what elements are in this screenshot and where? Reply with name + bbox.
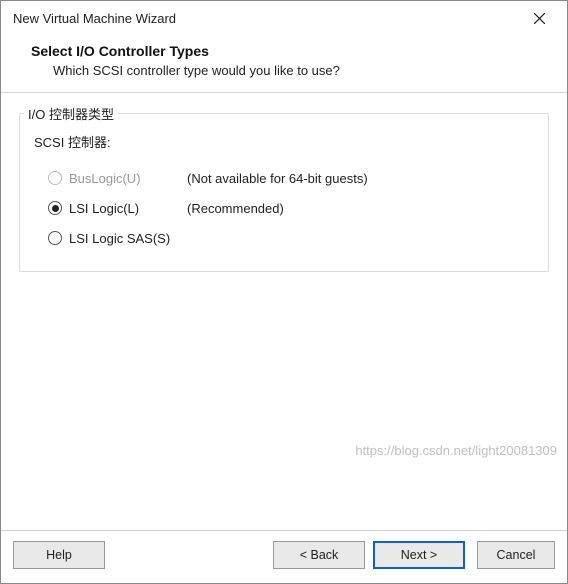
watermark-text: https://blog.csdn.net/light20081309 <box>355 443 557 458</box>
close-icon <box>534 13 545 24</box>
group-legend: I/O 控制器类型 <box>24 104 118 123</box>
radio-option-buslogic: BusLogic(U) (Not available for 64-bit gu… <box>32 163 536 193</box>
radio-icon <box>48 201 62 215</box>
radio-label: LSI Logic SAS(S) <box>69 231 187 246</box>
titlebar: New Virtual Machine Wizard <box>1 1 567 35</box>
close-button[interactable] <box>519 4 559 32</box>
cancel-button[interactable]: Cancel <box>477 541 555 569</box>
page-subheading: Which SCSI controller type would you lik… <box>31 63 543 78</box>
radio-note: (Not available for 64-bit guests) <box>187 171 368 186</box>
wizard-header: Select I/O Controller Types Which SCSI c… <box>1 35 567 92</box>
help-button[interactable]: Help <box>13 541 105 569</box>
radio-icon <box>48 171 62 185</box>
radio-icon <box>48 231 62 245</box>
next-button[interactable]: Next > <box>373 541 465 569</box>
radio-note: (Recommended) <box>187 201 284 216</box>
wizard-footer: Help < Back Next > Cancel <box>1 531 567 583</box>
back-button[interactable]: < Back <box>273 541 365 569</box>
io-controller-group: I/O 控制器类型 SCSI 控制器: BusLogic(U) (Not ava… <box>19 113 549 272</box>
radio-option-lsi-logic[interactable]: LSI Logic(L) (Recommended) <box>32 193 536 223</box>
radio-label: LSI Logic(L) <box>69 201 187 216</box>
window-title: New Virtual Machine Wizard <box>13 11 519 26</box>
radio-option-lsi-logic-sas[interactable]: LSI Logic SAS(S) <box>32 223 536 253</box>
wizard-window: New Virtual Machine Wizard Select I/O Co… <box>0 0 568 584</box>
page-heading: Select I/O Controller Types <box>31 43 543 59</box>
radio-label: BusLogic(U) <box>69 171 187 186</box>
wizard-content: I/O 控制器类型 SCSI 控制器: BusLogic(U) (Not ava… <box>1 93 567 530</box>
scsi-controller-label: SCSI 控制器: <box>34 132 536 151</box>
